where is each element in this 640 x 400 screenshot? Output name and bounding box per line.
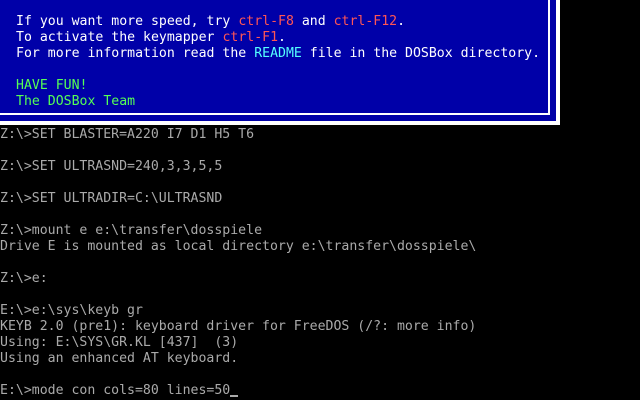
speed-tip-and: and xyxy=(293,14,334,29)
terminal-line: Z:\>SET ULTRASND=240,3,3,5,5 xyxy=(0,159,223,174)
terminal-line: Z:\>SET ULTRADIR=C:\ULTRASND xyxy=(0,191,223,206)
readme-tip-line: For more information read the README fil… xyxy=(16,46,540,62)
terminal-line: Using: E:\SYS\GR.KL [437] (3) xyxy=(0,335,239,350)
terminal-line: Z:\>SET BLASTER=A220 I7 D1 H5 T6 xyxy=(0,127,255,142)
keymapper-tip-period: . xyxy=(278,30,286,45)
have-fun-text: HAVE FUN! xyxy=(16,78,88,93)
terminal-line: KEYB 2.0 (pre1): keyboard driver for Fre… xyxy=(0,319,477,334)
hotkey-ctrl-f8: ctrl-F8 xyxy=(238,14,294,29)
terminal-line: Z:\>mount e e:\transfer\dosspiele xyxy=(0,223,263,238)
readme-tip-text: For more information read the xyxy=(16,46,255,61)
terminal-line: E:\>e:\sys\keyb gr xyxy=(0,303,143,318)
command-prompt-line[interactable]: E:\>mode con cols=80 lines=50 xyxy=(0,383,239,399)
keymapper-tip-text: To activate the keymapper xyxy=(16,30,223,45)
dos-terminal-screen[interactable]: If you want more speed, try ctrl-F8 and … xyxy=(0,0,640,400)
welcome-banner: If you want more speed, try ctrl-F8 and … xyxy=(0,0,560,125)
terminal-line: Drive E is mounted as local directory e:… xyxy=(0,239,477,254)
command-input[interactable]: E:\>mode con cols=80 lines=50 xyxy=(0,383,230,398)
speed-tip-line: If you want more speed, try ctrl-F8 and … xyxy=(16,14,405,30)
text-cursor xyxy=(230,395,239,397)
readme-link: README xyxy=(254,46,302,61)
hotkey-ctrl-f12: ctrl-F12 xyxy=(333,14,398,29)
keymapper-tip-line: To activate the keymapper ctrl-F1. xyxy=(16,30,286,46)
dosbox-team-text: The DOSBox Team xyxy=(16,94,136,109)
speed-tip-text: If you want more speed, try xyxy=(16,14,239,29)
terminal-line: Using an enhanced AT keyboard. xyxy=(0,351,239,366)
hotkey-ctrl-f1: ctrl-F1 xyxy=(222,30,279,45)
speed-tip-period: . xyxy=(397,14,406,29)
terminal-line: Z:\>e: xyxy=(0,271,48,286)
readme-tip-rest: file in the DOSBox directory. xyxy=(301,46,541,61)
